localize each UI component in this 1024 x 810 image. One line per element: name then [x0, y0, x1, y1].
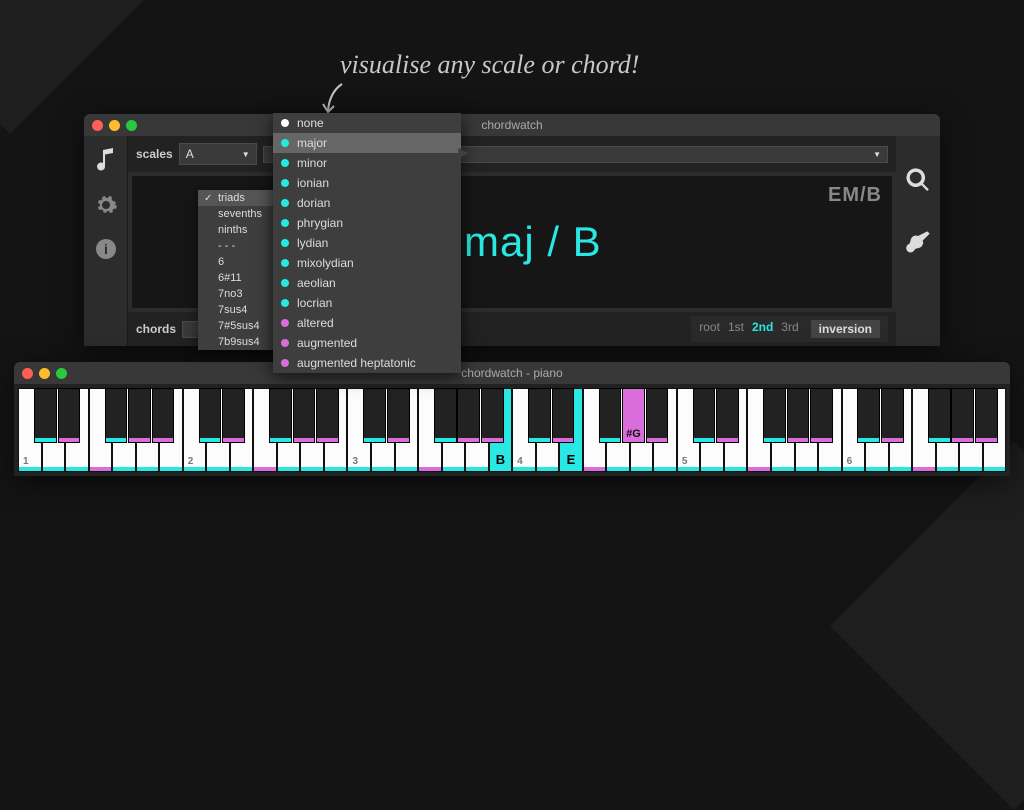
black-key-Gs3[interactable]	[457, 388, 480, 443]
tagline: visualise any scale or chord!	[340, 50, 639, 80]
black-key-Cs2[interactable]	[199, 388, 222, 443]
type-option-6[interactable]: 6	[198, 254, 273, 270]
titlebar[interactable]: chordwatch	[84, 114, 940, 136]
black-key-Cs1[interactable]	[34, 388, 57, 443]
window-title: chordwatch	[481, 118, 542, 132]
sidebar-rail: i	[84, 136, 128, 346]
scales-label: scales	[136, 147, 173, 161]
type-option-7#5sus4[interactable]: 7#5sus4	[198, 318, 273, 334]
type-option-6#11[interactable]: 6#11	[198, 270, 273, 286]
scale-option-locrian[interactable]: locrian	[273, 293, 461, 313]
black-key-Fs4[interactable]	[599, 388, 622, 443]
black-key-Fs3[interactable]	[434, 388, 457, 443]
black-key-Ds6[interactable]	[881, 388, 904, 443]
traffic-lights[interactable]	[14, 363, 75, 384]
type-option-7no3[interactable]: 7no3	[198, 286, 273, 302]
close-icon[interactable]	[22, 368, 33, 379]
type-option-- - -[interactable]: - - -	[198, 238, 273, 254]
scale-option-none[interactable]: none	[273, 113, 461, 133]
minimize-icon[interactable]	[39, 368, 50, 379]
scale-option-mixolydian[interactable]: mixolydian	[273, 253, 461, 273]
scale-option-lydian[interactable]: lydian	[273, 233, 461, 253]
black-key-As5[interactable]	[810, 388, 833, 443]
traffic-lights[interactable]	[84, 115, 145, 136]
black-key-Fs6[interactable]	[928, 388, 951, 443]
maximize-icon[interactable]	[56, 368, 67, 379]
black-key-Ds2[interactable]	[222, 388, 245, 443]
window-title: chordwatch - piano	[461, 366, 562, 380]
root-note-select[interactable]: A▼	[179, 143, 257, 165]
black-key-Ds1[interactable]	[58, 388, 81, 443]
black-key-Fs1[interactable]	[105, 388, 128, 443]
black-key-Gs2[interactable]	[293, 388, 316, 443]
piano-window: chordwatch - piano 123B4E56 #G	[14, 362, 1010, 476]
black-key-Ds5[interactable]	[716, 388, 739, 443]
titlebar[interactable]: chordwatch - piano	[14, 362, 1010, 384]
inversion-2nd[interactable]: 2nd	[752, 320, 773, 338]
type-option-sevenths[interactable]: sevenths	[198, 206, 273, 222]
minimize-icon[interactable]	[109, 120, 120, 131]
scale-dropdown[interactable]: ▶ nonemajorminorioniandorianphrygianlydi…	[273, 113, 461, 373]
black-key-Fs2[interactable]	[269, 388, 292, 443]
right-tools	[896, 136, 940, 346]
black-key-Gs6[interactable]	[951, 388, 974, 443]
scale-option-augmented heptatonic[interactable]: augmented heptatonic	[273, 353, 461, 373]
black-key-As3[interactable]	[481, 388, 504, 443]
svg-text:i: i	[104, 241, 108, 257]
chord-shorthand-badge: EM/B	[828, 184, 882, 207]
type-option-triads[interactable]: ✓triads	[198, 190, 273, 206]
black-key-Cs4[interactable]	[528, 388, 551, 443]
black-key-As4[interactable]	[646, 388, 669, 443]
guitar-icon[interactable]	[904, 229, 932, 262]
scale-option-altered[interactable]: altered	[273, 313, 461, 333]
scales-row: scales A▼ ▼	[128, 136, 896, 172]
black-key-Gs5[interactable]	[787, 388, 810, 443]
caret-right-icon: ▶	[458, 144, 469, 161]
inversion-buttons: root 1st 2nd 3rd inversion	[691, 316, 888, 342]
scale-option-dorian[interactable]: dorian	[273, 193, 461, 213]
bg-shape	[830, 442, 1024, 810]
black-key-Fs5[interactable]	[763, 388, 786, 443]
black-key-Cs5[interactable]	[693, 388, 716, 443]
scale-option-augmented[interactable]: augmented	[273, 333, 461, 353]
black-key-Ds4[interactable]	[552, 388, 575, 443]
chord-type-dropdown[interactable]: ✓triadsseventhsninths- - -66#117no37sus4…	[198, 190, 273, 350]
black-key-As1[interactable]	[152, 388, 175, 443]
gear-icon[interactable]	[93, 192, 119, 218]
scale-option-aeolian[interactable]: aeolian	[273, 273, 461, 293]
maximize-icon[interactable]	[126, 120, 137, 131]
black-key-As2[interactable]	[316, 388, 339, 443]
inversion-1st[interactable]: 1st	[728, 320, 744, 338]
black-key-As6[interactable]	[975, 388, 998, 443]
info-icon[interactable]: i	[93, 236, 119, 262]
black-key-Gs4[interactable]: #G	[622, 388, 645, 443]
chords-label: chords	[136, 322, 176, 336]
scale-option-major[interactable]: major	[273, 133, 461, 153]
scale-option-phrygian[interactable]: phrygian	[273, 213, 461, 233]
black-key-Cs3[interactable]	[363, 388, 386, 443]
inversion-label: inversion	[811, 320, 880, 338]
keyboard: 123B4E56 #G	[14, 384, 1010, 476]
search-icon[interactable]	[904, 166, 932, 199]
chevron-down-icon: ▼	[873, 150, 881, 159]
close-icon[interactable]	[92, 120, 103, 131]
scale-option-minor[interactable]: minor	[273, 153, 461, 173]
black-key-Gs1[interactable]	[128, 388, 151, 443]
scale-option-ionian[interactable]: ionian	[273, 173, 461, 193]
inversion-3rd[interactable]: 3rd	[781, 320, 798, 338]
chevron-down-icon: ▼	[242, 150, 250, 159]
inversion-root[interactable]: root	[699, 320, 720, 338]
type-option-ninths[interactable]: ninths	[198, 222, 273, 238]
black-key-Cs6[interactable]	[857, 388, 880, 443]
note-icon[interactable]	[93, 148, 119, 174]
type-option-7b9sus4[interactable]: 7b9sus4	[198, 334, 273, 350]
black-key-Ds3[interactable]	[387, 388, 410, 443]
type-option-7sus4[interactable]: 7sus4	[198, 302, 273, 318]
